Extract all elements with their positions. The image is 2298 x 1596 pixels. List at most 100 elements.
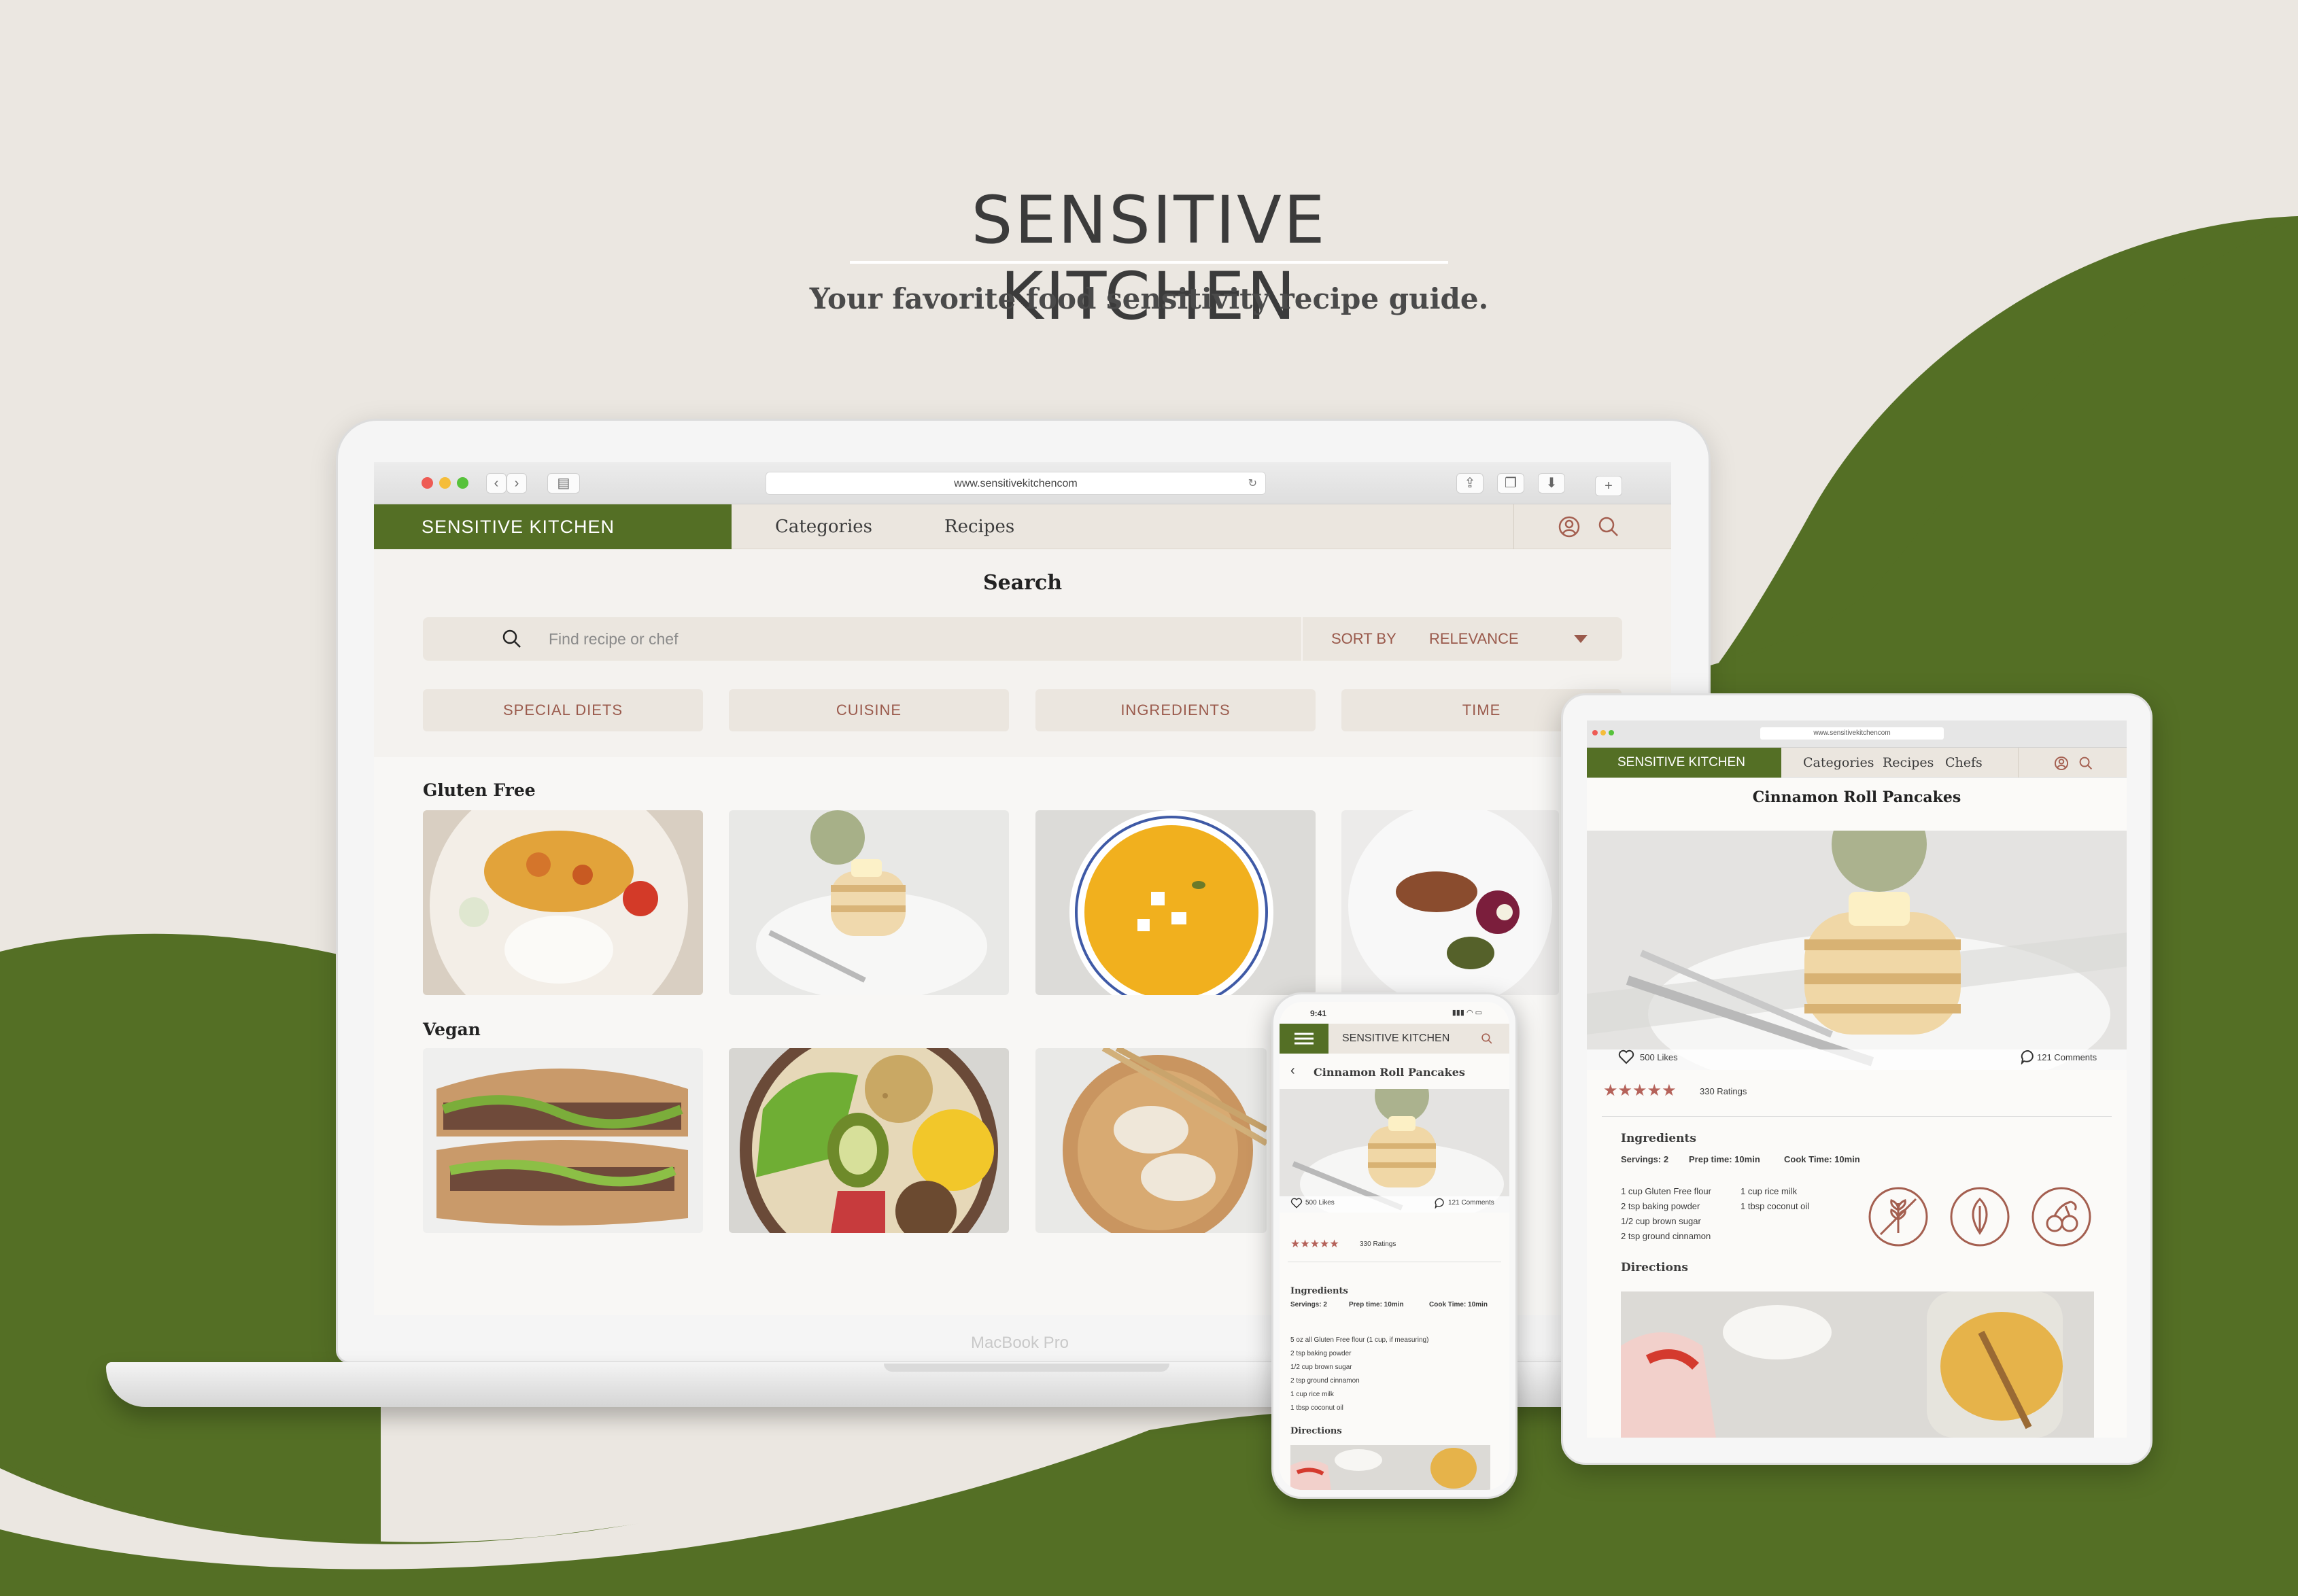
- phone-site-nav: SENSITIVE KITCHEN: [1280, 1024, 1509, 1054]
- new-tab-button[interactable]: +: [1595, 476, 1622, 496]
- brand-logo[interactable]: SENSITIVE KITCHEN: [1342, 1024, 1450, 1054]
- nav-icons: [2018, 748, 2127, 778]
- pancake-stack-image: [1587, 831, 2127, 1070]
- ingredient-item: 1 cup rice milk: [1740, 1186, 1798, 1196]
- ingredients-heading: Ingredients: [1621, 1132, 1696, 1145]
- ingredient-item: 1 cup Gluten Free flour: [1621, 1186, 1711, 1196]
- meat-plate-image: [1341, 810, 1559, 995]
- pumpkin-soup-image: [1035, 810, 1316, 995]
- maximize-window-icon[interactable]: [1609, 730, 1614, 735]
- recipe-title: Cinnamon Roll Pancakes: [1314, 1066, 1465, 1079]
- directions-heading: Directions: [1290, 1426, 1342, 1436]
- close-window-icon[interactable]: [1592, 730, 1598, 735]
- curry-rice-plate-image: [423, 810, 703, 995]
- ingredient-item: 1/2 cup brown sugar: [1621, 1216, 1701, 1226]
- back-icon[interactable]: ‹: [1290, 1063, 1295, 1079]
- share-icon[interactable]: ⇪: [1456, 473, 1484, 493]
- filter-special-diets[interactable]: SPECIAL DIETS: [423, 689, 703, 731]
- status-time: 9:41: [1310, 1009, 1327, 1018]
- olive-icon: [2031, 1187, 2091, 1247]
- leaf-icon: [1950, 1187, 2010, 1247]
- sort-dropdown[interactable]: RELEVANCE: [1429, 617, 1519, 661]
- recipe-hero-image: 500 Likes 121 Comments: [1280, 1089, 1509, 1213]
- comment-icon[interactable]: [1435, 1198, 1445, 1209]
- filter-cuisine[interactable]: CUISINE: [729, 689, 1009, 731]
- ingredient-item: 5 oz all Gluten Free flour (1 cup, if me…: [1290, 1336, 1429, 1344]
- divider: [1602, 1116, 2112, 1117]
- pancake-stack-image: [1280, 1089, 1509, 1213]
- ingredients-heading: Ingredients: [1290, 1286, 1348, 1296]
- ingredient-item: 1 tbsp coconut oil: [1290, 1404, 1343, 1412]
- comment-icon[interactable]: [2021, 1049, 2036, 1064]
- menu-button[interactable]: [1280, 1024, 1328, 1054]
- recipe-card[interactable]: [423, 1048, 703, 1233]
- flour-honey-image: [1621, 1291, 2094, 1438]
- tablet-address-bar[interactable]: www.sensitivekitchencom: [1760, 727, 1944, 740]
- close-window-icon[interactable]: [422, 477, 433, 489]
- ingredients-list: 5 oz all Gluten Free flour (1 cup, if me…: [1290, 1334, 1428, 1415]
- recipe-card[interactable]: [1035, 810, 1316, 995]
- recipe-card[interactable]: [729, 1048, 1009, 1233]
- forward-icon[interactable]: ›: [507, 473, 527, 493]
- ingredient-item: 2 tsp ground cinnamon: [1290, 1377, 1360, 1385]
- recipe-card[interactable]: [1035, 1048, 1267, 1233]
- search-icon[interactable]: [1481, 1033, 1493, 1045]
- dumplings-image: [1035, 1048, 1267, 1233]
- section-title-gluten-free: Gluten Free: [423, 780, 536, 800]
- search-bar: Find recipe or chef SORT BY RELEVANCE: [423, 617, 1622, 661]
- chevron-down-icon[interactable]: [1574, 635, 1588, 643]
- ingredient-item: 1 cup rice milk: [1290, 1391, 1334, 1398]
- user-icon[interactable]: [1558, 515, 1581, 538]
- user-icon[interactable]: [2054, 756, 2069, 771]
- heart-icon[interactable]: [1290, 1198, 1303, 1209]
- heart-icon[interactable]: [1618, 1049, 1634, 1064]
- laptop-notch: [884, 1364, 1169, 1372]
- comments-count: 121 Comments: [2037, 1052, 2097, 1062]
- minimize-window-icon[interactable]: [439, 477, 451, 489]
- ratings-count: 330 Ratings: [1360, 1241, 1396, 1248]
- nav-link-recipes[interactable]: Recipes: [944, 504, 1014, 549]
- download-icon[interactable]: ⬇: [1538, 473, 1565, 493]
- search-icon[interactable]: [501, 628, 523, 650]
- tabs-icon[interactable]: ❐: [1497, 473, 1524, 493]
- rating-stars[interactable]: ★★★★★: [1290, 1237, 1339, 1251]
- tablet-browser-toolbar: www.sensitivekitchencom: [1587, 721, 2127, 748]
- back-icon[interactable]: ‹: [486, 473, 507, 493]
- recipe-card[interactable]: [1341, 810, 1559, 995]
- sort-by-label: SORT BY: [1331, 630, 1396, 647]
- directions-image: [1290, 1445, 1490, 1490]
- status-icons: ▮▮▮ ◠ ▭: [1452, 1009, 1482, 1017]
- section-title-vegan: Vegan: [423, 1020, 481, 1039]
- site-nav: SENSITIVE KITCHEN Categories Recipes: [374, 504, 1671, 549]
- cook-time: Cook Time: 10min: [1784, 1154, 1860, 1164]
- filter-ingredients[interactable]: INGREDIENTS: [1035, 689, 1316, 731]
- comments-count: 121 Comments: [1448, 1199, 1494, 1207]
- likes-count: 500 Likes: [1640, 1052, 1678, 1062]
- ingredient-item: 1/2 cup brown sugar: [1290, 1364, 1352, 1371]
- brand-logo[interactable]: SENSITIVE KITCHEN: [374, 504, 732, 549]
- divider: [1301, 617, 1303, 661]
- nav-link-recipes[interactable]: Recipes: [1883, 748, 1934, 778]
- brand-logo[interactable]: SENSITIVE KITCHEN: [1587, 748, 1781, 778]
- search-input[interactable]: Find recipe or chef: [549, 617, 678, 661]
- recipe-card[interactable]: [423, 810, 703, 995]
- ingredient-item: 2 tsp baking powder: [1621, 1201, 1700, 1211]
- pancake-stack-image: [729, 810, 1009, 995]
- maximize-window-icon[interactable]: [457, 477, 468, 489]
- ingredient-item: 1 tbsp coconut oil: [1740, 1201, 1810, 1211]
- likes-count: 500 Likes: [1305, 1199, 1335, 1207]
- reload-icon[interactable]: ↻: [1248, 472, 1257, 496]
- address-bar[interactable]: www.sensitivekitchencom ↻: [766, 472, 1266, 495]
- minimize-window-icon[interactable]: [1600, 730, 1606, 735]
- recipe-title: Cinnamon Roll Pancakes: [1752, 788, 1961, 806]
- hero-subtitle: Your favorite food sensitivity recipe gu…: [809, 282, 1489, 315]
- search-icon[interactable]: [2078, 756, 2093, 771]
- url-text: www.sensitivekitchencom: [954, 478, 1078, 489]
- rating-stars[interactable]: ★★★★★: [1603, 1081, 1677, 1100]
- nav-link-categories[interactable]: Categories: [1803, 748, 1874, 778]
- recipe-card[interactable]: [729, 810, 1009, 995]
- nav-link-chefs[interactable]: Chefs: [1945, 748, 1983, 778]
- sidebar-icon[interactable]: ▤: [547, 473, 580, 493]
- search-icon[interactable]: [1597, 515, 1620, 538]
- nav-link-categories[interactable]: Categories: [775, 504, 872, 549]
